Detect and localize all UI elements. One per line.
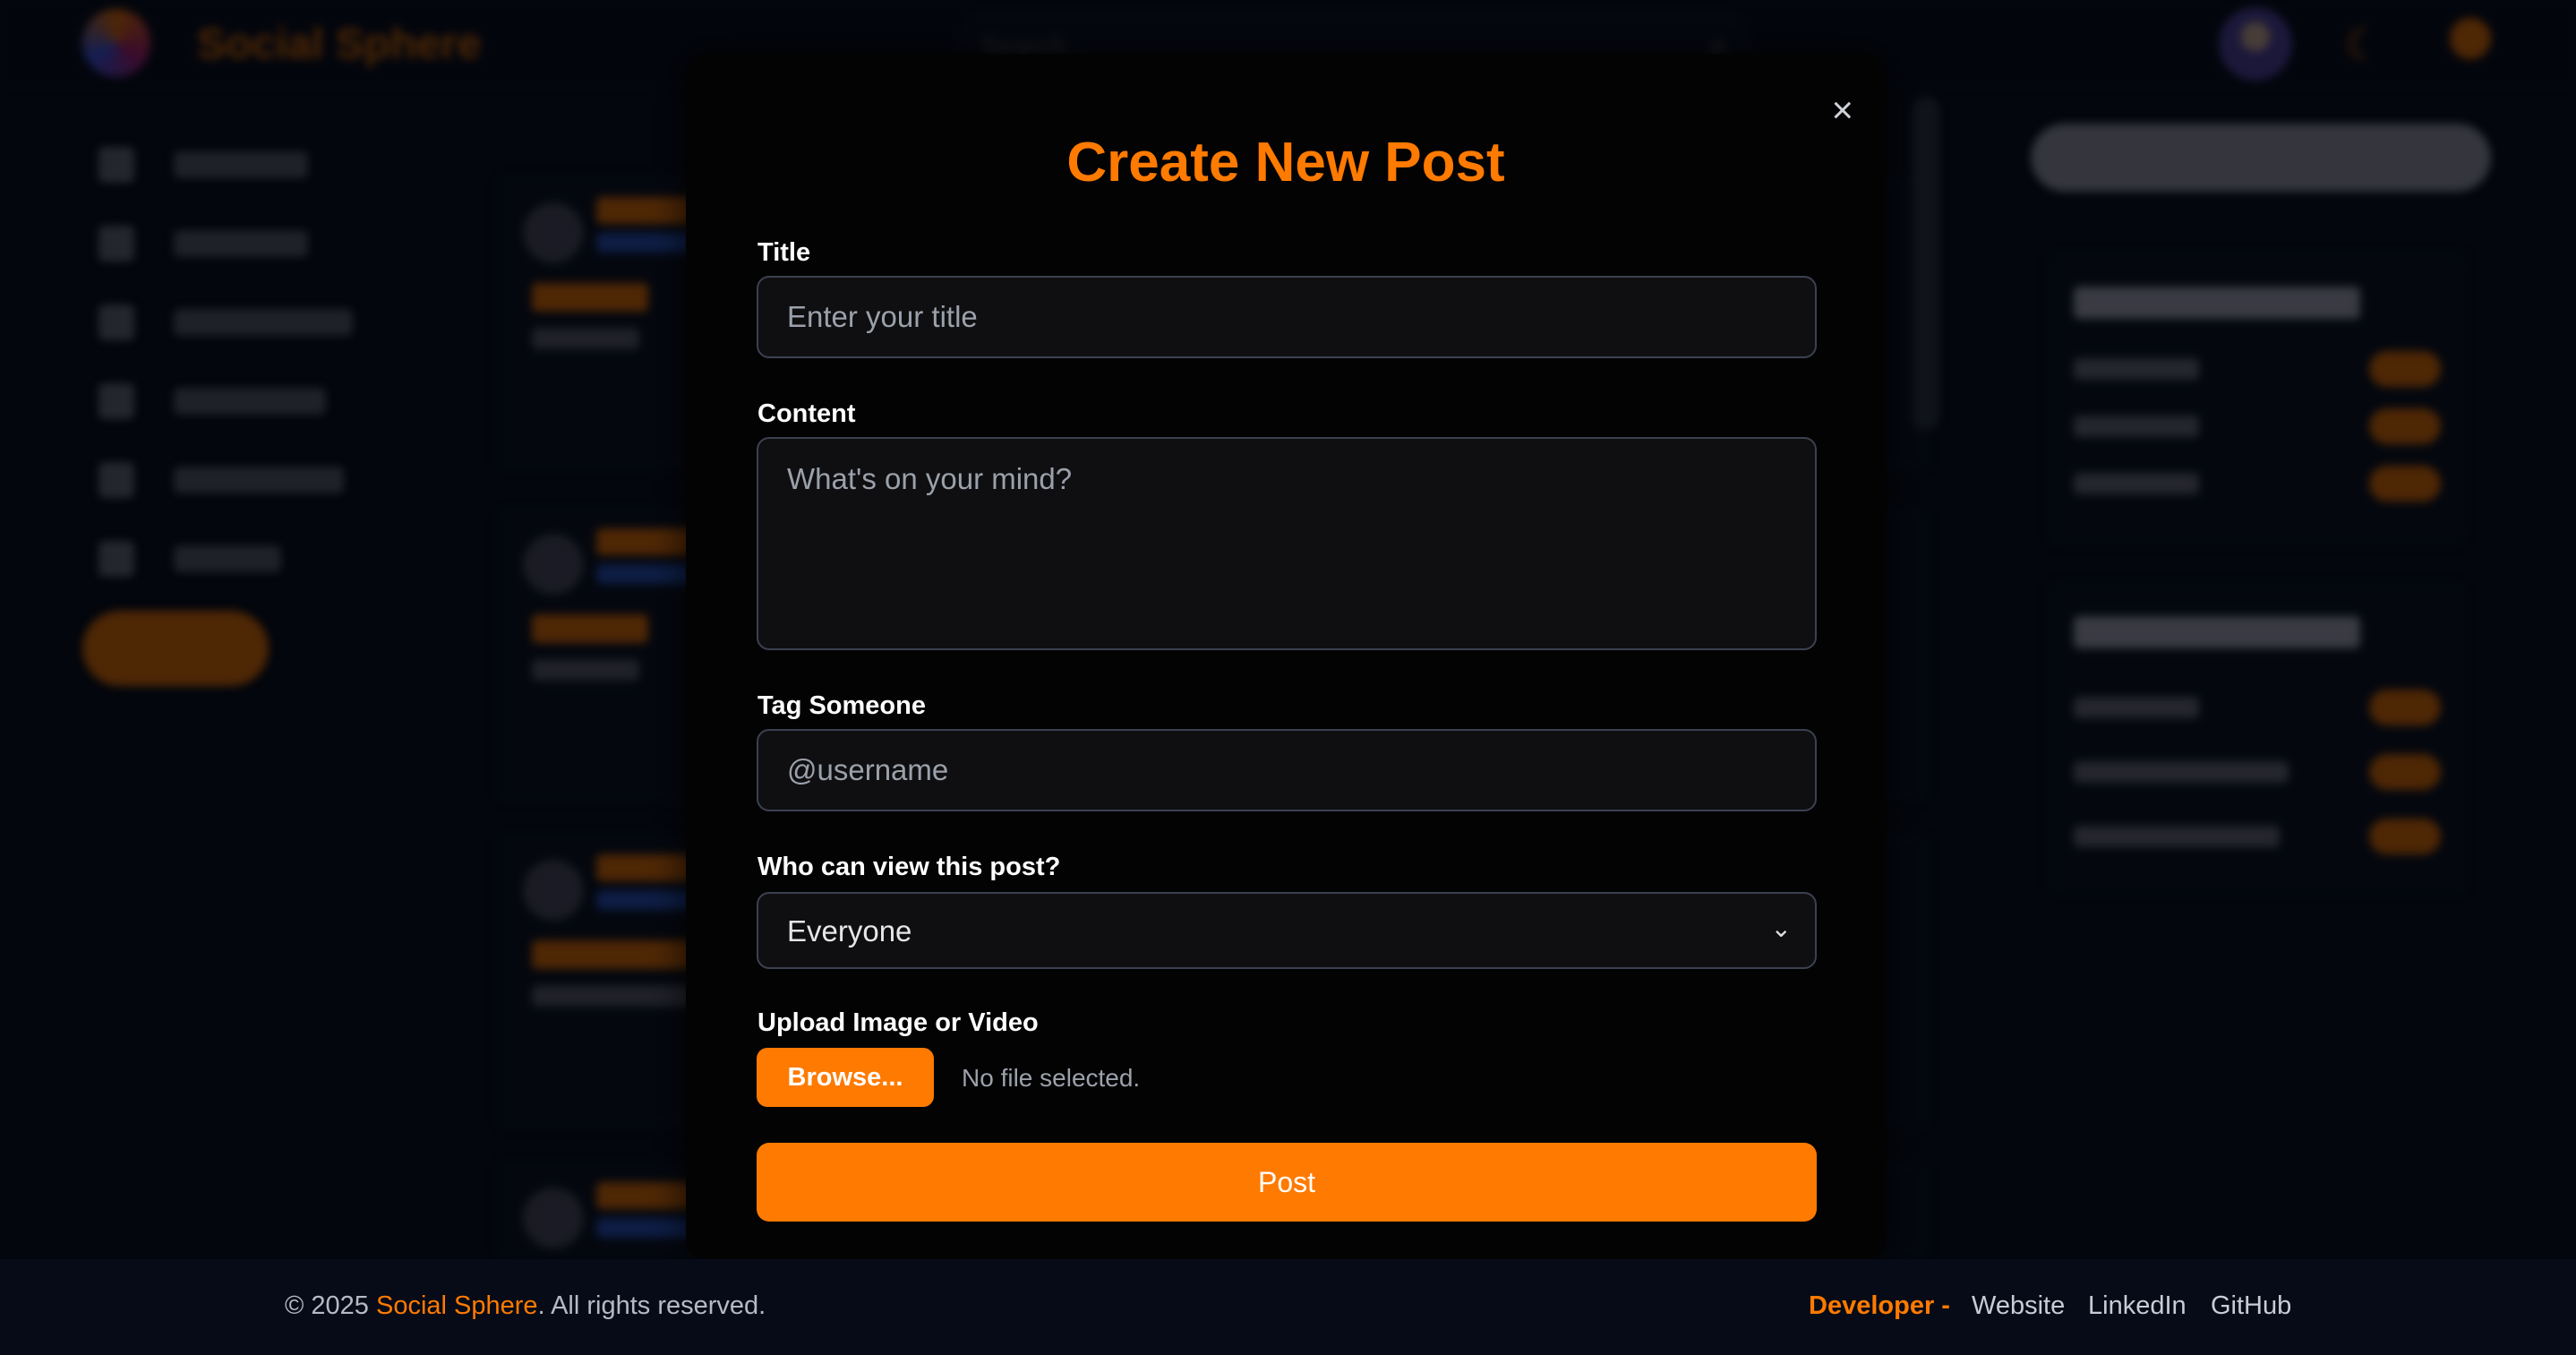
upload-label: Upload Image or Video: [757, 1008, 1039, 1037]
developer-label: Developer -: [1809, 1291, 1950, 1320]
visibility-label: Who can view this post?: [757, 853, 1061, 881]
footer-brand[interactable]: Social Sphere: [376, 1291, 538, 1320]
tag-input[interactable]: [757, 729, 1817, 811]
modal-title: Create New Post: [1066, 132, 1505, 193]
content-textarea[interactable]: [757, 437, 1817, 650]
linkedin-link[interactable]: LinkedIn: [2088, 1291, 2187, 1321]
file-status: No file selected.: [962, 1064, 1141, 1092]
copyright-prefix: © 2025: [285, 1291, 376, 1320]
tag-label: Tag Someone: [757, 691, 926, 720]
visibility-select[interactable]: Everyone: [757, 892, 1817, 969]
browse-button[interactable]: Browse...: [757, 1048, 934, 1107]
title-input[interactable]: [757, 276, 1817, 358]
close-icon[interactable]: ×: [1831, 91, 1853, 129]
title-label: Title: [757, 238, 811, 267]
github-link[interactable]: GitHub: [2211, 1291, 2291, 1321]
footer: © 2025 Social Sphere. All rights reserve…: [0, 1259, 2576, 1355]
copyright-suffix: . All rights reserved.: [537, 1291, 766, 1320]
website-link[interactable]: Website: [1972, 1291, 2065, 1321]
visibility-select-wrapper: Everyone ⌄: [757, 892, 1817, 969]
content-label: Content: [757, 399, 856, 428]
create-post-modal: × Create New Post Title Content Tag Some…: [686, 54, 1886, 1259]
copyright: © 2025 Social Sphere. All rights reserve…: [285, 1291, 766, 1321]
post-submit-button[interactable]: Post: [757, 1143, 1817, 1222]
